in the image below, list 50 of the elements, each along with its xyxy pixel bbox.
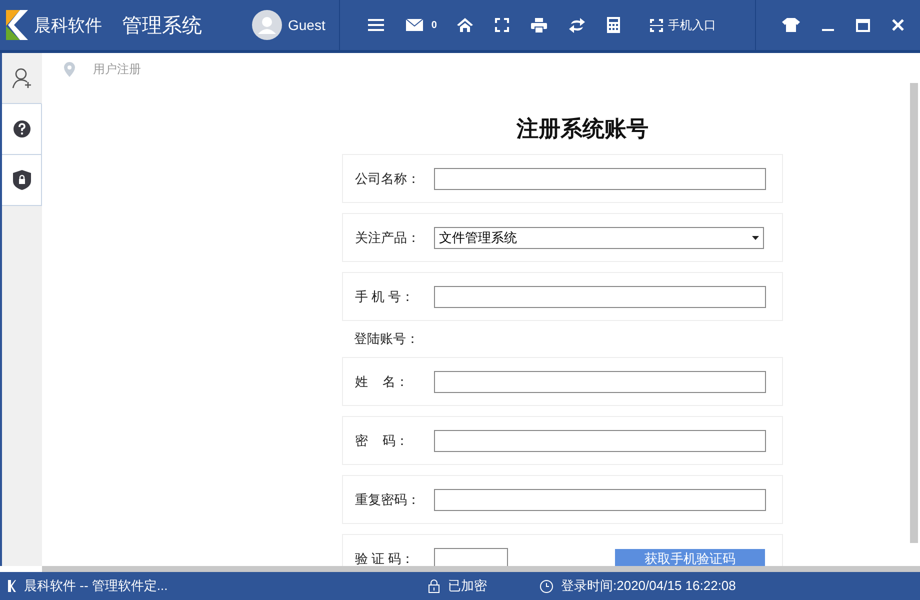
avatar-icon xyxy=(252,10,282,40)
caret-icon xyxy=(752,236,759,240)
input-field[interactable] xyxy=(434,286,766,308)
mobile-entry-link[interactable]: 手机入口 xyxy=(650,16,716,34)
brand-name: 晨科软件 xyxy=(34,14,102,36)
mail-icon[interactable] xyxy=(406,19,424,31)
product-dropdown[interactable]: 文件管理系统 xyxy=(434,226,764,248)
code-input-field[interactable] xyxy=(434,548,508,566)
input-field[interactable] xyxy=(434,430,766,452)
field-label: 公司名称： xyxy=(354,170,421,188)
field-label: 重复密码： xyxy=(354,490,421,508)
logo-icon xyxy=(4,8,30,42)
add-user-icon xyxy=(10,67,32,89)
input-field[interactable] xyxy=(434,168,766,190)
home-icon[interactable] xyxy=(456,18,473,32)
print-icon[interactable] xyxy=(530,18,547,32)
login-time: 登录时间:2020/04/15 16:22:08 xyxy=(561,577,736,595)
input-field[interactable] xyxy=(434,370,766,392)
field-label: 姓 名： xyxy=(354,372,410,390)
mail-count: 0 xyxy=(431,20,437,30)
lock-icon xyxy=(428,579,440,593)
encryption-status: 已加密 xyxy=(448,577,487,595)
field-label: 关注产品： xyxy=(354,228,421,246)
field-label: 手 机 号： xyxy=(354,288,416,306)
sidebar-tab[interactable] xyxy=(2,104,42,155)
fullscreen-icon[interactable] xyxy=(494,18,509,32)
location-pin-icon xyxy=(64,62,75,77)
app-logo-icon xyxy=(8,580,16,592)
skin-icon[interactable] xyxy=(782,18,800,32)
sidebar-tab[interactable] xyxy=(2,155,42,206)
refresh-icon[interactable] xyxy=(568,18,585,32)
input-field[interactable] xyxy=(434,488,766,510)
horizontal-scrollbar[interactable] xyxy=(42,566,920,572)
calculator-icon[interactable] xyxy=(606,17,620,33)
form-title: 注册系统账号 xyxy=(515,115,650,143)
field-label: 密 码： xyxy=(354,432,410,450)
help-icon xyxy=(12,120,30,138)
breadcrumb: 用户注册 xyxy=(93,61,141,78)
clock-icon xyxy=(540,580,553,592)
close-icon[interactable] xyxy=(892,19,904,31)
vertical-scrollbar[interactable] xyxy=(910,83,918,543)
app-title: 管理系统 xyxy=(122,14,202,38)
maximize-icon[interactable] xyxy=(856,18,870,32)
status-app-name: 晨科软件 -- 管理软件定... xyxy=(24,577,169,595)
field-label: 验 证 码： xyxy=(354,550,416,566)
section-label: 登陆账号： xyxy=(353,330,420,348)
scan-icon xyxy=(650,18,663,32)
user-name: Guest xyxy=(288,17,326,33)
menu-icon[interactable] xyxy=(368,18,384,32)
shield-lock-icon xyxy=(12,170,30,190)
